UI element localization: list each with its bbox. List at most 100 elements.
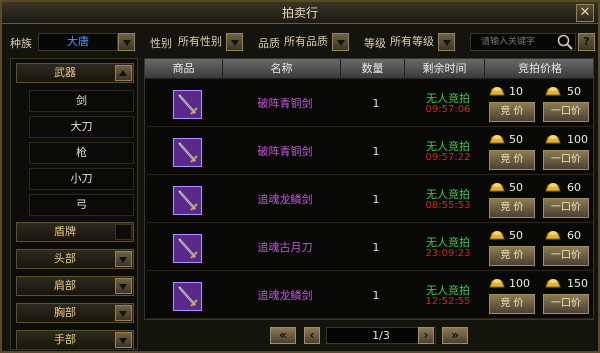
help-button[interactable]: ? [578,33,595,51]
item-name: 破阵青铜剑 [257,145,313,158]
bid-price: 100 [509,277,530,290]
chevron-down-icon[interactable] [115,332,132,348]
bid-button[interactable]: 竞 价 [489,150,535,170]
header-name: 名称 [223,59,341,79]
header-item: 商品 [145,59,223,79]
item-slot[interactable] [173,234,202,263]
buyout-price: 100 [567,133,588,146]
buyout-price: 150 [567,277,588,290]
table-row[interactable]: 破阵青铜剑 1 无人竞拍 09:57:22 50 100 竞 价一口价 [147,129,593,175]
chevron-down-icon[interactable] [115,278,132,294]
item-name: 追魂古月刀 [257,241,313,254]
bid-price: 50 [509,133,523,146]
item-quantity: 1 [372,145,380,158]
category-head[interactable]: 头部 [16,249,134,269]
item-slot[interactable] [173,90,202,119]
subcategory-sword[interactable]: 剑 [29,90,134,112]
subcategory-bow[interactable]: 弓 [29,194,134,216]
category-shield[interactable]: 盾牌 [16,222,134,242]
item-slot[interactable] [173,282,202,311]
item-slot[interactable] [173,138,202,167]
window-title: 拍卖行 [281,6,318,20]
close-icon: ✕ [579,5,591,20]
item-slot[interactable] [173,186,202,215]
prev-page-button[interactable]: ‹ [304,327,320,344]
chevron-down-icon[interactable] [115,251,132,267]
bid-button[interactable]: 竞 价 [489,102,535,122]
subcategory-spear[interactable]: 枪 [29,142,134,164]
subcategory-dagger[interactable]: 小刀 [29,168,134,190]
category-weapons[interactable]: 武器 [16,63,134,83]
buyout-button[interactable]: 一口价 [543,246,589,266]
header-price: 竞拍价格 [518,62,562,75]
gender-dropdown-button[interactable] [226,33,243,51]
race-select[interactable]: 大唐 [38,33,118,51]
gold-ingot-icon [545,86,561,96]
buyout-button[interactable]: 一口价 [543,102,589,122]
close-button[interactable]: ✕ [576,4,594,22]
gold-ingot-icon [489,230,505,240]
bid-button[interactable]: 竞 价 [489,198,535,218]
item-quantity: 1 [372,97,380,110]
gold-ingot-icon [545,134,561,144]
category-chest[interactable]: 胸部 [16,303,134,323]
category-label: 武器 [54,66,76,79]
search-icon[interactable] [556,33,574,51]
time-left: 08:55:53 [425,200,471,211]
buyout-price: 50 [567,85,581,98]
gold-ingot-icon [545,230,561,240]
header-quantity: 数量 [341,59,405,79]
gold-ingot-icon [489,86,505,96]
gold-ingot-icon [545,182,561,192]
category-label: 肩部 [54,279,76,292]
table-row[interactable]: 追魂古月刀 1 无人竞拍 23:09:23 50 60 竞 价一口价 [147,225,593,271]
item-quantity: 1 [372,193,380,206]
gold-ingot-icon [489,278,505,288]
level-label: 等级 [364,37,386,50]
gender-label: 性别 [150,37,172,50]
subcategory-broadsword[interactable]: 大刀 [29,116,134,138]
time-left: 23:09:23 [425,248,471,259]
chevron-down-icon[interactable] [115,305,132,321]
time-left: 09:57:22 [425,152,471,163]
buyout-button[interactable]: 一口价 [543,198,589,218]
title-bar: 拍卖行 ✕ [2,2,598,24]
last-page-button[interactable]: » [442,327,468,344]
gold-ingot-icon [545,278,561,288]
race-dropdown-button[interactable] [118,33,135,51]
category-hands[interactable]: 手部 [16,330,134,349]
quality-select[interactable]: 所有品质 [280,33,332,51]
gender-select[interactable]: 所有性别 [174,33,226,51]
next-page-button[interactable]: › [418,327,434,344]
quality-dropdown-button[interactable] [332,33,349,51]
bid-price: 50 [509,181,523,194]
bid-price: 10 [509,85,523,98]
level-dropdown-button[interactable] [438,33,455,51]
category-shoulder[interactable]: 肩部 [16,276,134,296]
table-row[interactable]: 追魂龙鳞剑 1 无人竞拍 08:55:53 50 60 竞 价一口价 [147,177,593,223]
table-row[interactable]: 破阵青铜剑 1 无人竞拍 09:57:06 10 50 竞 价一口价 [147,81,593,127]
listing-table: 商品 名称 数量 剩余时间 竞拍价格 破阵青铜剑 1 无人竞拍 09:57:06 10 5… [144,58,594,320]
category-label: 盾牌 [54,225,76,238]
bid-price: 50 [509,229,523,242]
gold-ingot-icon [489,134,505,144]
bid-button[interactable]: 竞 价 [489,246,535,266]
item-quantity: 1 [372,241,380,254]
item-name: 追魂龙鳞剑 [257,193,313,206]
item-quantity: 1 [372,289,380,302]
bid-button[interactable]: 竞 价 [489,294,535,314]
level-select[interactable]: 所有等级 [386,33,438,51]
quality-label: 品质 [258,37,280,50]
buyout-button[interactable]: 一口价 [543,150,589,170]
category-label: 手部 [54,333,76,346]
category-sidebar: 武器 剑 大刀 枪 小刀 弓 盾牌 头部 肩部 胸部 手部 [10,58,138,350]
buyout-button[interactable]: 一口价 [543,294,589,314]
chevron-up-icon[interactable] [115,65,132,81]
buyout-price: 60 [567,229,581,242]
category-label: 头部 [54,252,76,265]
table-row[interactable]: 追魂龙鳞剑 1 无人竞拍 12:52:55 100 150 竞 价一口价 [147,273,593,319]
auction-window: 拍卖行 ✕ 种族 大唐 性别 所有性别 品质 所有品质 等级 所有等级 请输入关… [0,0,600,353]
pagination: « ‹ 1/3 › » [144,325,594,347]
category-label: 胸部 [54,306,76,319]
first-page-button[interactable]: « [270,327,296,344]
